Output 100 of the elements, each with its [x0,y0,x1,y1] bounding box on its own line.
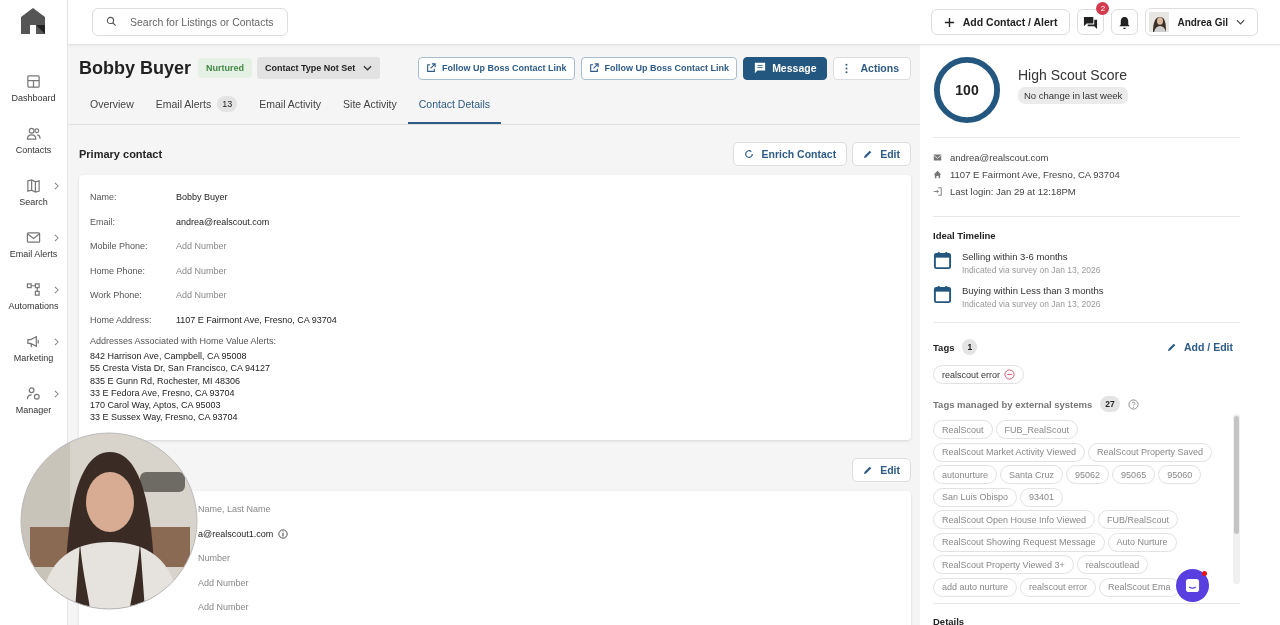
user-menu[interactable]: Andrea Gil [1145,8,1258,36]
login-icon [933,187,942,196]
score-ring [933,56,1001,124]
tab[interactable]: Site Activity [332,94,408,124]
plus-icon [943,16,955,28]
actions-button[interactable]: Actions [833,56,911,80]
logo-icon[interactable] [21,8,45,34]
info-icon[interactable] [278,528,289,539]
home-icon [933,170,942,179]
flowchart-icon [26,282,41,297]
tab[interactable]: Contact Details [407,94,501,124]
section-title: Primary contact [79,148,163,160]
sidebar-item[interactable]: Automations [0,282,68,334]
search-field[interactable]: Search for Listings or Contacts [92,8,288,36]
external-link-icon [426,63,437,73]
field-value: Number [198,553,230,564]
external-link-icon [588,63,599,73]
message-icon [754,62,767,74]
add-edit-button[interactable]: Add / Edit [1167,341,1240,353]
tab[interactable]: Overview [79,94,145,124]
address-text: 55 Cresta Vista Dr, San Francisco, CA 94127 [90,362,271,375]
sidebar-item[interactable]: Marketing [0,334,68,386]
refresh-icon [744,149,755,159]
scrollbar[interactable] [1233,414,1240,584]
field-value: Add Number [198,602,249,613]
info-text: 1107 E Fairmont Ave, Fresno, CA 93704 [950,169,1120,180]
score-label: High Scout Score [1018,66,1127,83]
field-value: 1107 E Fairmont Ave, Fresno, CA 93704 [176,314,337,325]
caret-icon [363,65,373,71]
info-text: Last login: Jan 29 at 12:18PM [950,186,1076,197]
megaphone-icon [26,334,41,349]
message-button[interactable]: Message [743,56,828,80]
address-text: 33 E Sussex Way, Fresno, CA 93704 [90,411,239,424]
enrich-contact-button[interactable]: Enrich Contact [733,142,848,166]
add-number-link[interactable]: Add Number [176,241,227,252]
chevron-icon [53,286,59,294]
chevron-icon [53,234,59,242]
timeline-note: Indicated via survey on Jan 13, 2026 [962,265,1101,275]
external-link-button[interactable]: Follow Up Boss Contact Link [580,56,738,80]
tab[interactable]: Email Alerts 13 [144,94,249,124]
notifications-button[interactable] [1111,9,1139,35]
field-label: Mobile Phone: [90,241,149,252]
mail-icon [26,230,41,245]
field-value: andrea@realscout.com [176,216,270,227]
add-number-link[interactable]: Add Number [176,290,227,301]
section-title: Tags managed by external systems [933,398,1093,410]
calendar-icon [933,285,952,304]
sidebar-item[interactable]: Search [0,178,68,230]
timeline-note: Indicated via survey on Jan 13, 2026 [962,299,1102,309]
search-icon [106,16,117,27]
external-link-button[interactable]: Follow Up Boss Contact Link [418,56,575,80]
address-text: 835 E Gunn Rd, Rochester, MI 48306 [90,374,242,387]
calendar-icon [933,251,952,270]
pencil-icon [863,464,874,475]
field-label: Home Address: [90,314,153,325]
chevron-icon [53,338,59,346]
field-value: Bobby Buyer [176,192,228,203]
section-title: Ideal Timeline [933,230,997,241]
notification-badge: 2 [1096,2,1110,15]
add-number-link[interactable]: Add Number [176,265,227,276]
sidebar-item[interactable]: Manager [0,386,68,438]
field-value: a@realscout1.com [198,528,274,539]
add-contact-button[interactable]: Add Contact / Alert [930,9,1071,35]
timeline-title: Selling within 3-6 months [962,251,1069,262]
sidebar-item[interactable]: Email Alerts [0,230,68,282]
info-text: andrea@realscout.com [950,152,1049,163]
pencil-icon [863,149,874,159]
chevron-icon [53,390,59,398]
caret-icon [1236,19,1245,25]
count-badge: 1 [962,339,978,355]
dashboard-icon [26,74,41,89]
remove-icon[interactable] [1004,369,1016,380]
edit-button[interactable]: Edit [852,142,911,166]
field-value: Add Number [198,577,249,588]
score-change-tag: No change in last week [1018,86,1129,104]
field-value: Name, Last Name [198,504,271,515]
chevron-icon [53,182,59,190]
field-label: Work Phone: [90,290,143,301]
mail-icon [933,153,942,162]
messages-button[interactable] [1077,9,1105,35]
count-badge: 27 [1100,396,1120,412]
address-text: 170 Carol Way, Aptos, CA 95003 [90,399,222,412]
contact-type-dropdown[interactable]: Contact Type Not Set [257,57,381,79]
chat-icon [1185,578,1200,593]
section-title: Tags [933,341,955,353]
status-tag: Nurtured [198,58,253,78]
field-label: Home Phone: [90,265,147,276]
section-title: Details [933,616,966,625]
sidebar-item[interactable]: Contacts [0,126,68,178]
more-icon [845,62,849,74]
user-gear-icon [26,386,41,401]
score-value: 100 [954,82,980,98]
edit-button[interactable]: Edit [852,457,911,482]
chat-button[interactable] [1176,569,1209,602]
sidebar-item[interactable]: Dashboard [0,74,68,126]
address-text: 842 Harrison Ave, Campbell, CA 95008 [90,350,248,363]
address-text: 33 E Fedora Ave, Fresno, CA 93704 [90,386,236,400]
tab[interactable]: Email Activity [248,94,333,124]
map-icon [26,178,41,193]
field-label: Name: [90,192,118,203]
